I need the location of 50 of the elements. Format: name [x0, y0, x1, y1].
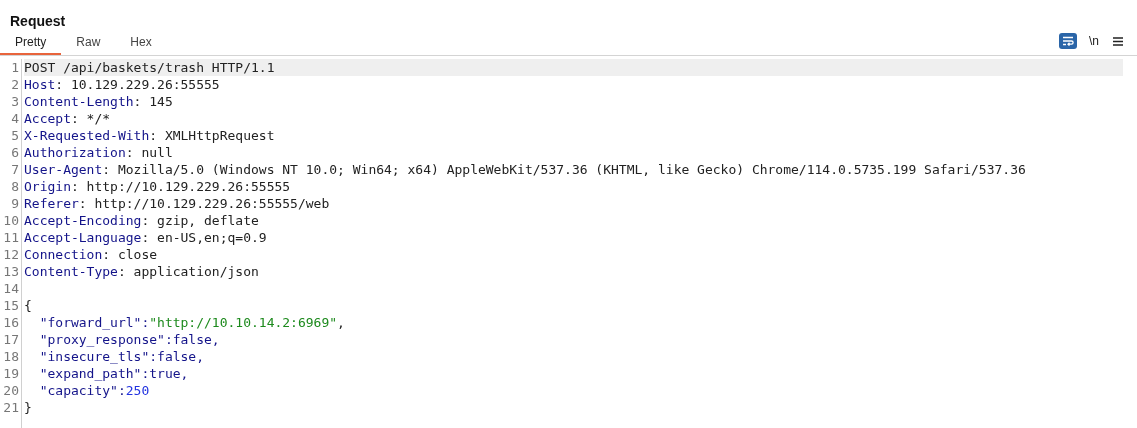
- word-wrap-button[interactable]: [1059, 33, 1077, 49]
- panel-title: Request: [10, 13, 66, 29]
- menu-icon: [1113, 36, 1123, 46]
- code-line: }: [24, 400, 32, 415]
- tab[interactable]: Hex: [115, 31, 167, 55]
- line-number: 6: [11, 145, 19, 160]
- menu-button[interactable]: [1111, 36, 1125, 46]
- code-line: Origin: http://10.129.229.26:55555: [24, 179, 291, 194]
- line-number: 13: [3, 264, 19, 279]
- code-line: POST /api/baskets/trash HTTP/1.1: [24, 60, 275, 75]
- code-line: {: [24, 298, 32, 313]
- tab[interactable]: Pretty: [0, 31, 62, 55]
- line-number: 14: [3, 281, 19, 296]
- line-number: 2: [11, 77, 19, 92]
- line-number: 4: [11, 111, 19, 126]
- code-line: Connection: close: [24, 247, 158, 262]
- newline-toggle[interactable]: \n: [1087, 32, 1101, 50]
- code-line: Accept-Language: en-US,en;q=0.9: [24, 230, 267, 245]
- tab[interactable]: Raw: [61, 31, 116, 55]
- line-number: 8: [11, 179, 19, 194]
- line-number: 15: [3, 298, 19, 313]
- code-line: "capacity":250: [38, 383, 150, 398]
- code-line: Content-Length: 145: [24, 94, 173, 109]
- code-line: Host: 10.129.229.26:55555: [24, 77, 220, 92]
- line-number: 18: [3, 349, 19, 364]
- code-line: User-Agent: Mozilla/5.0 (Windows NT 10.0; Win64; x64) AppleWebKit/537.36 (KHTML, like Gecko) Chrome/114.0.5735.199 Safari/537.36: [24, 162, 1026, 177]
- line-number: 17: [3, 332, 19, 347]
- code-line: X-Requested-With: XMLHttpRequest: [24, 128, 275, 143]
- line-number: 3: [11, 94, 19, 109]
- code-line: Accept: */*: [24, 111, 111, 126]
- line-number: 9: [11, 196, 19, 211]
- wrap-icon: [1062, 36, 1074, 46]
- code-line: "forward_url":"http://10.10.14.2:6969",: [38, 315, 345, 330]
- line-number: 11: [3, 230, 19, 245]
- code-line: Accept-Encoding: gzip, deflate: [24, 213, 259, 228]
- code-line: Content-Type: application/json: [24, 264, 259, 279]
- line-number: 20: [3, 383, 19, 398]
- line-number: 21: [3, 400, 19, 415]
- line-number: 16: [3, 315, 19, 330]
- line-number: 19: [3, 366, 19, 381]
- line-number: 5: [11, 128, 19, 143]
- code-line: "expand_path":true,: [38, 366, 189, 381]
- code-line: "insecure_tls":false,: [38, 349, 204, 364]
- line-number: 1: [11, 60, 19, 75]
- code-line: Authorization: null: [24, 145, 173, 160]
- code-line: Referer: http://10.129.229.26:55555/web: [24, 196, 330, 211]
- line-number: 7: [11, 162, 19, 177]
- line-number: 10: [3, 213, 19, 228]
- line-number: 12: [3, 247, 19, 262]
- code-line: "proxy_response":false,: [38, 332, 220, 347]
